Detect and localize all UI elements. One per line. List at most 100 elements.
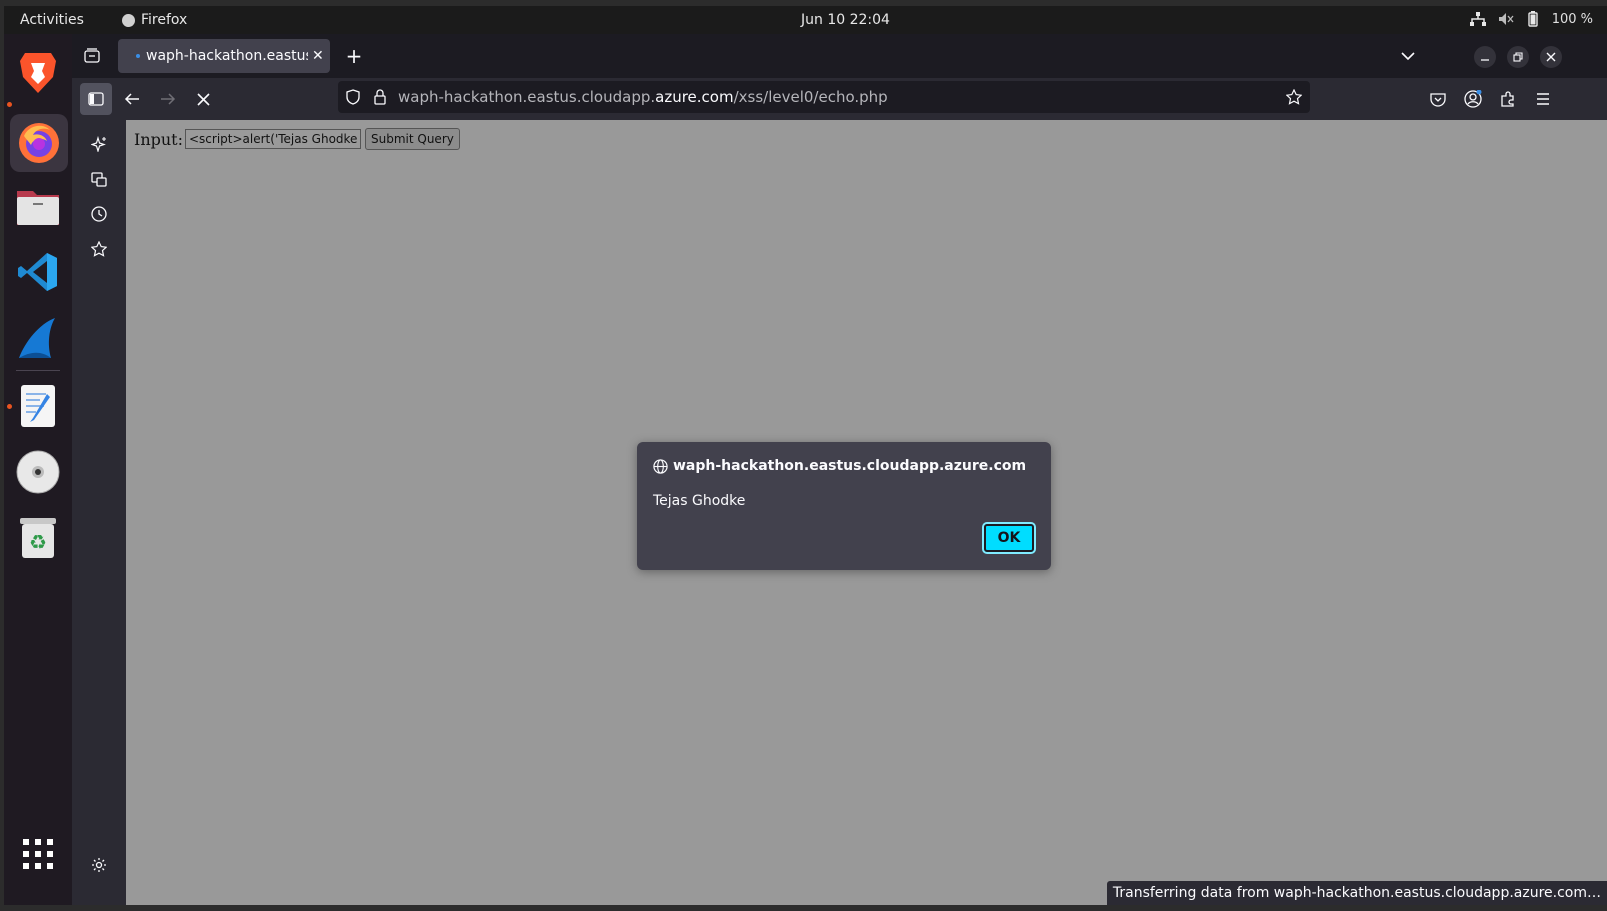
dock-item-brave[interactable] — [14, 48, 62, 96]
dock-item-disc[interactable] — [14, 448, 62, 496]
forward-arrow-icon — [161, 93, 176, 105]
app-menu-label: Firefox — [141, 12, 188, 28]
sidebar-toggle-button[interactable] — [80, 83, 112, 115]
restore-button[interactable] — [1507, 46, 1529, 68]
trash-icon: ♻ — [20, 518, 56, 558]
firefox-window: waph-hackathon.eastus.cloudapp.azure.com… — [72, 34, 1607, 905]
back-button[interactable] — [122, 89, 142, 109]
desktop: Activities Firefox Jun 10 22:04 100 % ♻ … — [4, 6, 1607, 905]
wireshark-icon — [19, 318, 55, 358]
restore-icon — [1513, 52, 1523, 62]
text-editor-icon — [21, 385, 55, 427]
running-indicator — [7, 404, 12, 409]
system-tray[interactable]: 100 % — [1469, 11, 1593, 27]
tab-loading-indicator — [136, 54, 140, 58]
submit-query-button[interactable]: Submit Query — [365, 128, 460, 150]
vscode-icon — [18, 253, 57, 291]
sidebar-bookmarks-button[interactable] — [89, 239, 109, 259]
minimize-icon — [1481, 59, 1489, 61]
dialog-title: waph-hackathon.eastus.cloudapp.azure.com — [653, 458, 1026, 474]
firefox-small-icon — [122, 13, 135, 27]
puzzle-icon — [1501, 91, 1514, 107]
svg-text:♻: ♻ — [29, 530, 47, 554]
dock-item-show-applications[interactable] — [14, 830, 62, 878]
tab-close-icon[interactable]: ✕ — [312, 48, 324, 64]
clock[interactable]: Jun 10 22:04 — [801, 12, 890, 28]
firefox-icon — [19, 123, 59, 163]
app-menu[interactable]: Firefox — [122, 12, 187, 28]
echo-form: Input: Submit Query — [134, 128, 460, 150]
dock: ♻ — [4, 34, 72, 905]
dock-item-files[interactable] — [14, 182, 62, 230]
menu-button[interactable] — [1533, 89, 1553, 109]
hamburger-menu-icon — [1537, 93, 1549, 105]
sidebar-synced-tabs-button[interactable] — [89, 169, 109, 189]
dock-item-wireshark[interactable] — [14, 314, 62, 362]
minimize-button[interactable] — [1474, 46, 1496, 68]
url-bar[interactable]: waph-hackathon.eastus.cloudapp.azure.com… — [338, 81, 1310, 113]
dialog-message: Tejas Ghodke — [653, 493, 746, 509]
volume-muted-icon — [1498, 13, 1514, 25]
url-prefix: waph-hackathon.eastus.cloudapp. — [398, 88, 656, 106]
stop-icon — [196, 92, 210, 106]
url-text[interactable]: waph-hackathon.eastus.cloudapp.azure.com… — [398, 88, 888, 106]
back-arrow-icon — [124, 93, 139, 105]
apps-grid-icon — [23, 839, 53, 869]
firefox-view-icon — [84, 48, 100, 63]
dialog-origin: waph-hackathon.eastus.cloudapp.azure.com — [673, 458, 1027, 474]
list-all-tabs-button[interactable] — [1398, 46, 1418, 66]
gear-icon — [92, 858, 106, 872]
account-icon — [1464, 90, 1482, 108]
sidebar-settings-button[interactable] — [89, 855, 109, 875]
clock-icon — [91, 206, 107, 222]
bookmark-star-icon[interactable] — [1286, 89, 1302, 105]
chevron-down-icon — [1401, 51, 1415, 60]
status-panel: Transferring data from waph-hackathon.ea… — [1106, 881, 1607, 905]
brave-icon — [20, 53, 56, 93]
screen-frame: Activities Firefox Jun 10 22:04 100 % ♻ … — [0, 0, 1607, 911]
battery-percent: 100 % — [1551, 11, 1593, 27]
dock-item-text-editor[interactable] — [14, 382, 62, 430]
firefox-view-button[interactable] — [82, 46, 102, 66]
running-indicator — [7, 102, 12, 107]
battery-icon — [1527, 11, 1538, 27]
stop-button[interactable] — [193, 89, 213, 109]
input-field[interactable] — [185, 129, 361, 149]
network-icon — [1469, 12, 1486, 26]
top-bar: Activities Firefox Jun 10 22:04 100 % — [4, 6, 1607, 34]
ok-button[interactable]: OK — [982, 522, 1036, 554]
disc-icon — [16, 450, 60, 494]
lock-icon[interactable] — [374, 89, 386, 105]
account-button[interactable] — [1463, 89, 1483, 109]
input-label: Input: — [134, 129, 183, 149]
dock-item-vscode[interactable] — [14, 248, 62, 296]
nav-bar: waph-hackathon.eastus.cloudapp.azure.com… — [72, 78, 1607, 120]
sparkle-icon — [91, 136, 106, 152]
forward-button[interactable] — [158, 89, 178, 109]
tab-bar: waph-hackathon.eastus.cloudapp.azure.com… — [72, 34, 1607, 78]
synced-tabs-icon — [91, 172, 107, 187]
files-icon — [17, 191, 59, 225]
browser-sidebar — [72, 120, 126, 905]
tab-active[interactable]: waph-hackathon.eastus.cloudapp.azure.com… — [118, 39, 330, 73]
shield-icon[interactable] — [346, 89, 360, 105]
plus-icon: + — [345, 44, 363, 68]
sidebar-icon — [88, 92, 104, 106]
tab-title: waph-hackathon.eastus.cloudapp.azure.com… — [146, 48, 308, 64]
close-icon — [1546, 52, 1556, 62]
activities-button[interactable]: Activities — [20, 12, 84, 28]
page-content: Input: Submit Query waph-hackathon.eastu… — [126, 120, 1607, 905]
new-tab-button[interactable]: + — [344, 44, 364, 68]
sidebar-ai-chatbot-button[interactable] — [89, 134, 109, 154]
globe-icon — [653, 458, 668, 474]
dock-item-trash[interactable]: ♻ — [14, 514, 62, 562]
url-path: /xss/level0/echo.php — [733, 88, 888, 106]
dock-item-firefox[interactable] — [10, 114, 68, 172]
close-window-button[interactable] — [1540, 46, 1562, 68]
sidebar-history-button[interactable] — [89, 204, 109, 224]
star-icon — [91, 241, 107, 257]
url-domain: azure.com — [655, 88, 734, 106]
pocket-button[interactable] — [1428, 89, 1448, 109]
extensions-button[interactable] — [1498, 89, 1518, 109]
dock-separator — [16, 370, 60, 371]
